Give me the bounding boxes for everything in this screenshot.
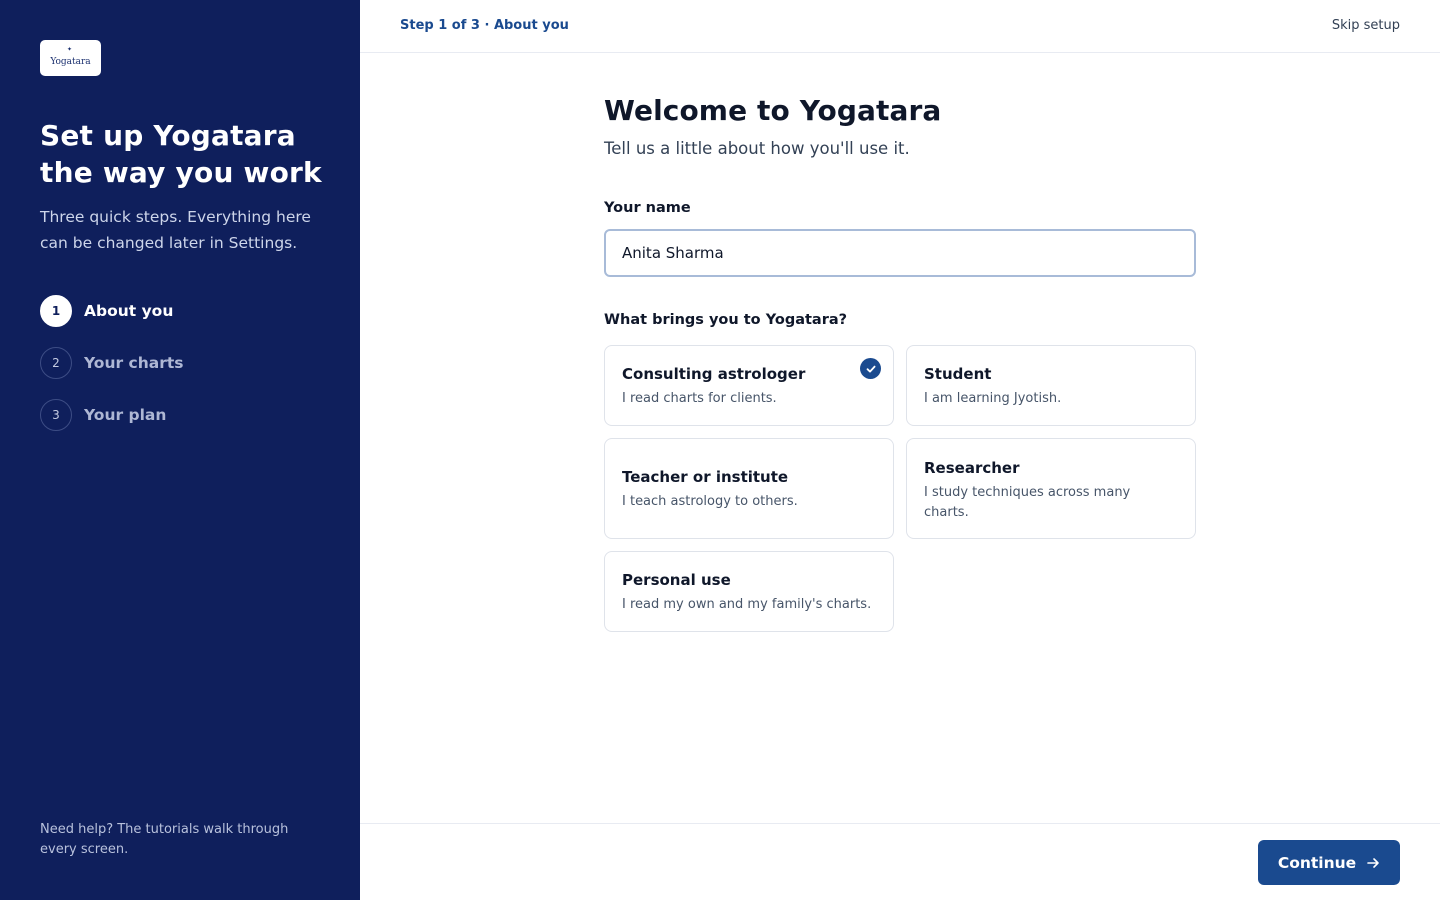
step-number: 2 <box>40 347 72 379</box>
name-field-label: Your name <box>604 200 691 216</box>
step-about-you[interactable]: 1 About you <box>40 295 184 327</box>
option-personal-use[interactable]: Personal use I read my own and my family… <box>604 551 894 632</box>
sidebar: ✦ Yogatara Set up Yogatara the way you w… <box>0 0 360 900</box>
step-number: 1 <box>40 295 72 327</box>
yogatara-logo: ✦ Yogatara <box>40 40 101 76</box>
help-text: Need help? The tutorials walk through ev… <box>40 822 289 857</box>
option-title: Student <box>924 365 992 383</box>
continue-button[interactable]: Continue <box>1258 840 1400 885</box>
continue-label: Continue <box>1277 853 1357 872</box>
step-label: Your plan <box>84 406 167 424</box>
bottom-bar: Continue <box>360 823 1440 900</box>
top-bar: Step 1 of 3 · About you Skip setup <box>360 0 1440 53</box>
option-consulting-astrologer[interactable]: Consulting astrologer I read charts for … <box>604 345 894 426</box>
checkmark-icon <box>860 358 881 379</box>
step-label: Your charts <box>84 354 184 372</box>
option-description: I teach astrology to others. <box>622 494 798 509</box>
option-title: Consulting astrologer <box>622 365 806 383</box>
star-icon: ✦ <box>67 46 73 53</box>
step-number: 3 <box>40 399 72 431</box>
step-your-plan[interactable]: 3 Your plan <box>40 399 184 431</box>
option-description: I read my own and my family's charts. <box>622 597 872 612</box>
option-title: Personal use <box>622 571 731 589</box>
logo-text: Yogatara <box>50 57 91 67</box>
step-progress: Step 1 of 3 · About you <box>400 18 569 33</box>
option-student[interactable]: Student I am learning Jyotish. <box>906 345 1196 426</box>
step-your-charts[interactable]: 2 Your charts <box>40 347 184 379</box>
option-title: Researcher <box>924 459 1020 477</box>
option-researcher[interactable]: Researcher I study techniques across man… <box>906 438 1196 539</box>
step-label: About you <box>84 302 174 320</box>
steps-list: 1 About you 2 Your charts 3 Your plan <box>40 295 184 451</box>
arrow-right-icon <box>1366 856 1380 870</box>
option-teacher-or-institute[interactable]: Teacher or institute I teach astrology t… <box>604 438 894 539</box>
option-title: Teacher or institute <box>622 468 789 486</box>
main-content: Welcome to Yogatara Tell us a little abo… <box>604 94 1196 632</box>
option-description: I read charts for clients. <box>622 391 777 406</box>
page-subtitle: Tell us a little about how you'll use it… <box>604 139 910 158</box>
option-description: I am learning Jyotish. <box>924 391 1062 406</box>
sidebar-subline: Three quick steps. Everything here can b… <box>40 208 311 252</box>
page-title: Welcome to Yogatara <box>604 94 942 127</box>
option-description: I study techniques across many charts. <box>924 485 1131 520</box>
skip-setup-button[interactable]: Skip setup <box>1332 18 1400 33</box>
usage-question: What brings you to Yogatara? <box>604 312 848 328</box>
name-input[interactable] <box>604 229 1196 277</box>
sidebar-headline: Set up Yogatara the way you work <box>40 119 322 189</box>
